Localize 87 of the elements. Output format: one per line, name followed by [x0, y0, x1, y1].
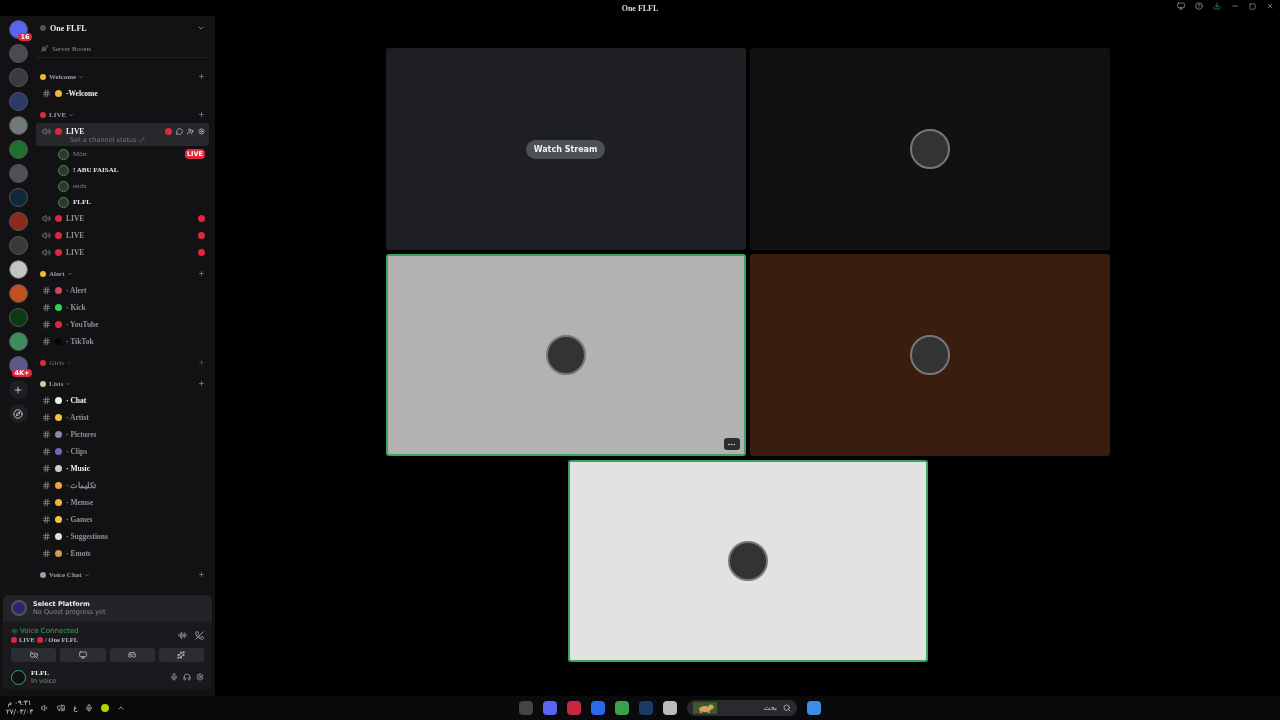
more-button[interactable]: [723, 438, 740, 450]
help-icon[interactable]: [1195, 2, 1203, 10]
avatar: [58, 148, 69, 160]
speaker-icon: [42, 214, 51, 223]
headphones-icon[interactable]: [183, 673, 191, 681]
avatar: [909, 129, 950, 169]
hash-icon: [42, 337, 51, 346]
emoji-icon: [165, 128, 172, 135]
monitor-icon: [78, 651, 87, 659]
signal-icon: [11, 627, 18, 635]
start-icon[interactable]: [807, 701, 821, 715]
app-icon[interactable]: [101, 704, 110, 712]
hash-icon: [42, 320, 51, 329]
avatar: [909, 335, 950, 375]
server-icon[interactable]: [8, 260, 28, 279]
emoji-icon: [198, 215, 205, 222]
discover-button[interactable]: [8, 404, 28, 423]
speaker-icon: [42, 231, 51, 240]
monitor-icon[interactable]: [1177, 2, 1185, 10]
hash-icon: [42, 430, 51, 439]
settings-icon[interactable]: [198, 128, 205, 135]
add-channel-icon[interactable]: [198, 571, 205, 578]
server-icon[interactable]: [8, 332, 28, 351]
avatar: [58, 164, 69, 176]
mic-icon[interactable]: [170, 673, 178, 681]
download-icon[interactable]: [1213, 2, 1221, 10]
video-tile[interactable]: Watch Stream: [385, 48, 746, 250]
hash-icon: [42, 481, 51, 490]
boost-icon: [41, 45, 48, 52]
hash-icon: [42, 413, 51, 422]
hash-icon: [42, 549, 51, 558]
sound-wave-icon[interactable]: [178, 630, 187, 640]
video-tile[interactable]: [749, 254, 1110, 456]
avatar: [727, 541, 768, 581]
app-icon[interactable]: [663, 701, 677, 715]
volume-icon[interactable]: [41, 704, 50, 712]
hash-icon: [42, 89, 51, 98]
quest-icon: [11, 600, 27, 616]
mic-icon[interactable]: [85, 704, 94, 712]
emoji-icon: [198, 249, 205, 256]
chevron-icon[interactable]: [117, 704, 126, 712]
chat-icon[interactable]: [176, 128, 183, 135]
server-icon: [40, 25, 46, 31]
hash-icon: [42, 447, 51, 456]
sparkles-icon: [177, 651, 186, 659]
emoji-icon: [36, 636, 43, 643]
soundboard-button[interactable]: [158, 648, 204, 662]
speaker-icon: [42, 248, 51, 257]
video-tile[interactable]: [567, 460, 928, 662]
hash-icon: [42, 498, 51, 507]
avatar[interactable]: [11, 669, 26, 685]
search-icon: [783, 704, 791, 712]
maximize-icon[interactable]: [1249, 2, 1256, 10]
chevron-icon[interactable]: [197, 24, 205, 32]
plus-icon: [13, 384, 23, 395]
invite-icon[interactable]: [187, 128, 194, 135]
add-server-button[interactable]: [8, 380, 28, 399]
watch-stream-button[interactable]: Watch Stream: [525, 139, 606, 159]
avatar: [58, 180, 69, 192]
avatar: [545, 335, 586, 375]
camera-off-icon: [29, 651, 38, 659]
gamepad-icon: [128, 651, 137, 659]
activity-button[interactable]: [109, 648, 155, 662]
close-icon[interactable]: [1266, 2, 1274, 10]
add-channel-icon[interactable]: [198, 111, 205, 118]
screen-share-button[interactable]: [60, 648, 106, 662]
hash-icon: [42, 515, 51, 524]
hash-icon: [42, 396, 51, 405]
avatar: [58, 196, 69, 208]
server-name[interactable]: One FLFL: [50, 23, 193, 33]
pencil-icon[interactable]: [138, 137, 145, 143]
hash-icon: [42, 532, 51, 541]
hash-icon: [42, 303, 51, 312]
add-channel-icon[interactable]: [198, 270, 205, 277]
video-tile[interactable]: [749, 48, 1110, 250]
emoji-icon: [11, 636, 17, 643]
add-channel-icon[interactable]: [198, 380, 205, 387]
settings-icon[interactable]: [196, 673, 204, 681]
hash-icon: [42, 286, 51, 295]
add-channel-icon[interactable]: [198, 73, 205, 80]
camera-button[interactable]: [11, 648, 57, 662]
hash-icon: [42, 464, 51, 473]
video-tile[interactable]: [385, 254, 746, 456]
emoji-icon: [198, 232, 205, 239]
disconnect-icon[interactable]: [195, 630, 204, 640]
window-title: One FLFL: [621, 3, 659, 13]
compass-icon: [13, 408, 23, 419]
